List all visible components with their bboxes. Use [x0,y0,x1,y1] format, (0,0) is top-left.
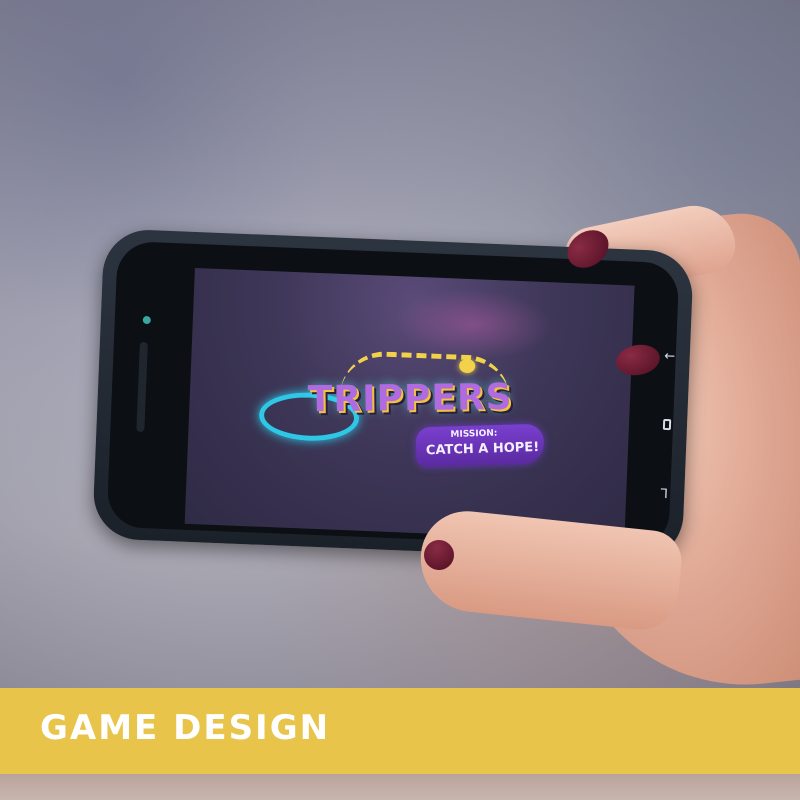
phone-screen: TRIPPERS MISSION: CATCH A HOPE! [184,267,635,542]
screen-glow [391,285,555,363]
category-banner: GAME DESIGN [0,688,800,774]
smartphone: TRIPPERS MISSION: CATCH A HOPE! ← ⅂ [92,228,694,562]
front-camera-icon [142,315,151,325]
earpiece [136,341,148,433]
phone-bezel: TRIPPERS MISSION: CATCH A HOPE! ← ⅂ [106,240,680,550]
home-icon[interactable] [659,418,676,436]
game-title: TRIPPERS [307,376,513,421]
banner-label: GAME DESIGN [40,708,331,748]
subtitle-line-1: MISSION: [450,428,498,440]
banner-bottom-strip [0,774,800,800]
recent-apps-icon[interactable]: ⅂ [656,487,673,504]
back-icon[interactable]: ← [661,349,678,366]
